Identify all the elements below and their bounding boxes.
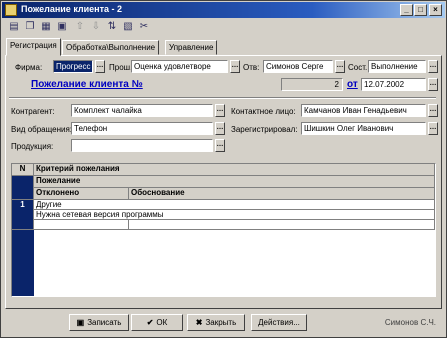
product-label: Продукция: bbox=[11, 142, 54, 151]
reason-cell[interactable] bbox=[129, 220, 435, 230]
tab-registration[interactable]: Регистрация bbox=[6, 38, 61, 56]
move-down-icon[interactable]: ⇩ bbox=[89, 20, 103, 34]
document-number-link[interactable]: Пожелание клиента № bbox=[31, 79, 143, 90]
properties-icon[interactable]: ▣ bbox=[55, 20, 69, 34]
tab-processing[interactable]: Обработка\Выполнение bbox=[62, 40, 160, 55]
window-title: Пожелание клиента - 2 bbox=[21, 4, 123, 14]
copy-icon[interactable]: ❐ bbox=[23, 20, 37, 34]
state-label: Сост. bbox=[348, 63, 368, 72]
state-field[interactable]: Выполнение bbox=[368, 60, 426, 73]
appeal-field[interactable]: Телефон bbox=[71, 122, 213, 135]
reason-select-button[interactable]: … bbox=[230, 60, 240, 73]
rejected-cell[interactable] bbox=[34, 220, 129, 230]
appeal-label: Вид обращения: bbox=[11, 125, 73, 134]
state-select-button[interactable]: … bbox=[428, 60, 438, 73]
wishes-table[interactable]: N Критерий пожелания Пожелание Отклонено… bbox=[11, 163, 436, 297]
check-icon: ✔ bbox=[146, 318, 154, 327]
tools-icon[interactable]: ✂ bbox=[137, 20, 151, 34]
rejected-header: Отклонено bbox=[34, 188, 129, 200]
reason-header: Обоснование bbox=[129, 188, 435, 200]
app-icon bbox=[5, 4, 17, 16]
filter-icon[interactable]: ▧ bbox=[121, 20, 135, 34]
document-number-field[interactable]: 2 bbox=[281, 78, 343, 91]
actions-button[interactable]: Действия... bbox=[251, 314, 307, 331]
firm-select-button[interactable]: … bbox=[95, 60, 105, 73]
registered-field[interactable]: Шишкин Олег Иванович bbox=[301, 122, 426, 135]
sort-icon[interactable]: ⇅ bbox=[105, 20, 119, 34]
row-number-cell[interactable]: 1 bbox=[12, 200, 34, 230]
write-button[interactable]: ▣ Записать bbox=[69, 314, 129, 331]
criterion-header: Критерий пожелания bbox=[34, 164, 435, 176]
maximize-button[interactable]: □ bbox=[414, 4, 427, 16]
registered-label: Зарегистрировал: bbox=[231, 125, 298, 134]
author-status: Симонов С.Ч. bbox=[384, 318, 436, 327]
firm-label: Фирма: bbox=[15, 63, 43, 72]
new-icon[interactable]: ▤ bbox=[7, 20, 21, 34]
contact-label: Контактное лицо: bbox=[231, 107, 296, 116]
contractor-select-button[interactable]: … bbox=[215, 104, 225, 117]
close-form-button[interactable]: ✖ Закрыть bbox=[187, 314, 245, 331]
reason-field[interactable]: Оценка удовлетворе bbox=[131, 60, 228, 73]
move-up-icon[interactable]: ⇧ bbox=[73, 20, 87, 34]
date-picker-button[interactable]: … bbox=[428, 78, 438, 91]
contractor-label: Контрагент: bbox=[11, 107, 55, 116]
appeal-select-button[interactable]: … bbox=[215, 122, 225, 135]
responsible-label: Отв: bbox=[243, 63, 260, 72]
title-bar: Пожелание клиента - 2 _ □ × bbox=[2, 2, 445, 18]
product-field[interactable] bbox=[71, 139, 213, 152]
save-icon: ▣ bbox=[76, 318, 85, 327]
header-stub bbox=[12, 176, 34, 200]
product-select-button[interactable]: … bbox=[215, 139, 225, 152]
date-field[interactable]: 12.07.2002 bbox=[361, 78, 426, 91]
delete-icon[interactable]: ▦ bbox=[39, 20, 53, 34]
document-window: Пожелание клиента - 2 _ □ × ▤ ❐ ▦ ▣ ⇧ ⇩ … bbox=[0, 0, 447, 338]
contact-select-button[interactable]: … bbox=[428, 104, 438, 117]
row-indicator-column bbox=[12, 230, 34, 296]
reason-label: Прош. bbox=[109, 63, 133, 72]
firm-field[interactable]: Прогресс bbox=[53, 60, 93, 73]
date-link[interactable]: от bbox=[347, 79, 358, 90]
minimize-button[interactable]: _ bbox=[400, 4, 413, 16]
wish-header: Пожелание bbox=[34, 176, 435, 188]
wish-cell[interactable]: Нужна сетевая версия программы bbox=[34, 210, 435, 220]
criterion-cell[interactable]: Другие bbox=[34, 200, 435, 210]
toolbar: ▤ ❐ ▦ ▣ ⇧ ⇩ ⇅ ▧ ✂ bbox=[3, 19, 444, 37]
ok-button[interactable]: ✔ ОК bbox=[131, 314, 183, 331]
tab-management[interactable]: Управление bbox=[165, 40, 218, 55]
cross-icon: ✖ bbox=[195, 318, 203, 327]
registered-select-button[interactable]: … bbox=[428, 122, 438, 135]
contact-field[interactable]: Камчанов Иван Генадьевич bbox=[301, 104, 426, 117]
row-number-header: N bbox=[12, 164, 34, 176]
responsible-field[interactable]: Симонов Серге bbox=[263, 60, 333, 73]
close-button[interactable]: × bbox=[429, 4, 442, 16]
contractor-field[interactable]: Комплект чалайка bbox=[71, 104, 213, 117]
responsible-select-button[interactable]: … bbox=[335, 60, 345, 73]
section-divider bbox=[9, 97, 436, 99]
